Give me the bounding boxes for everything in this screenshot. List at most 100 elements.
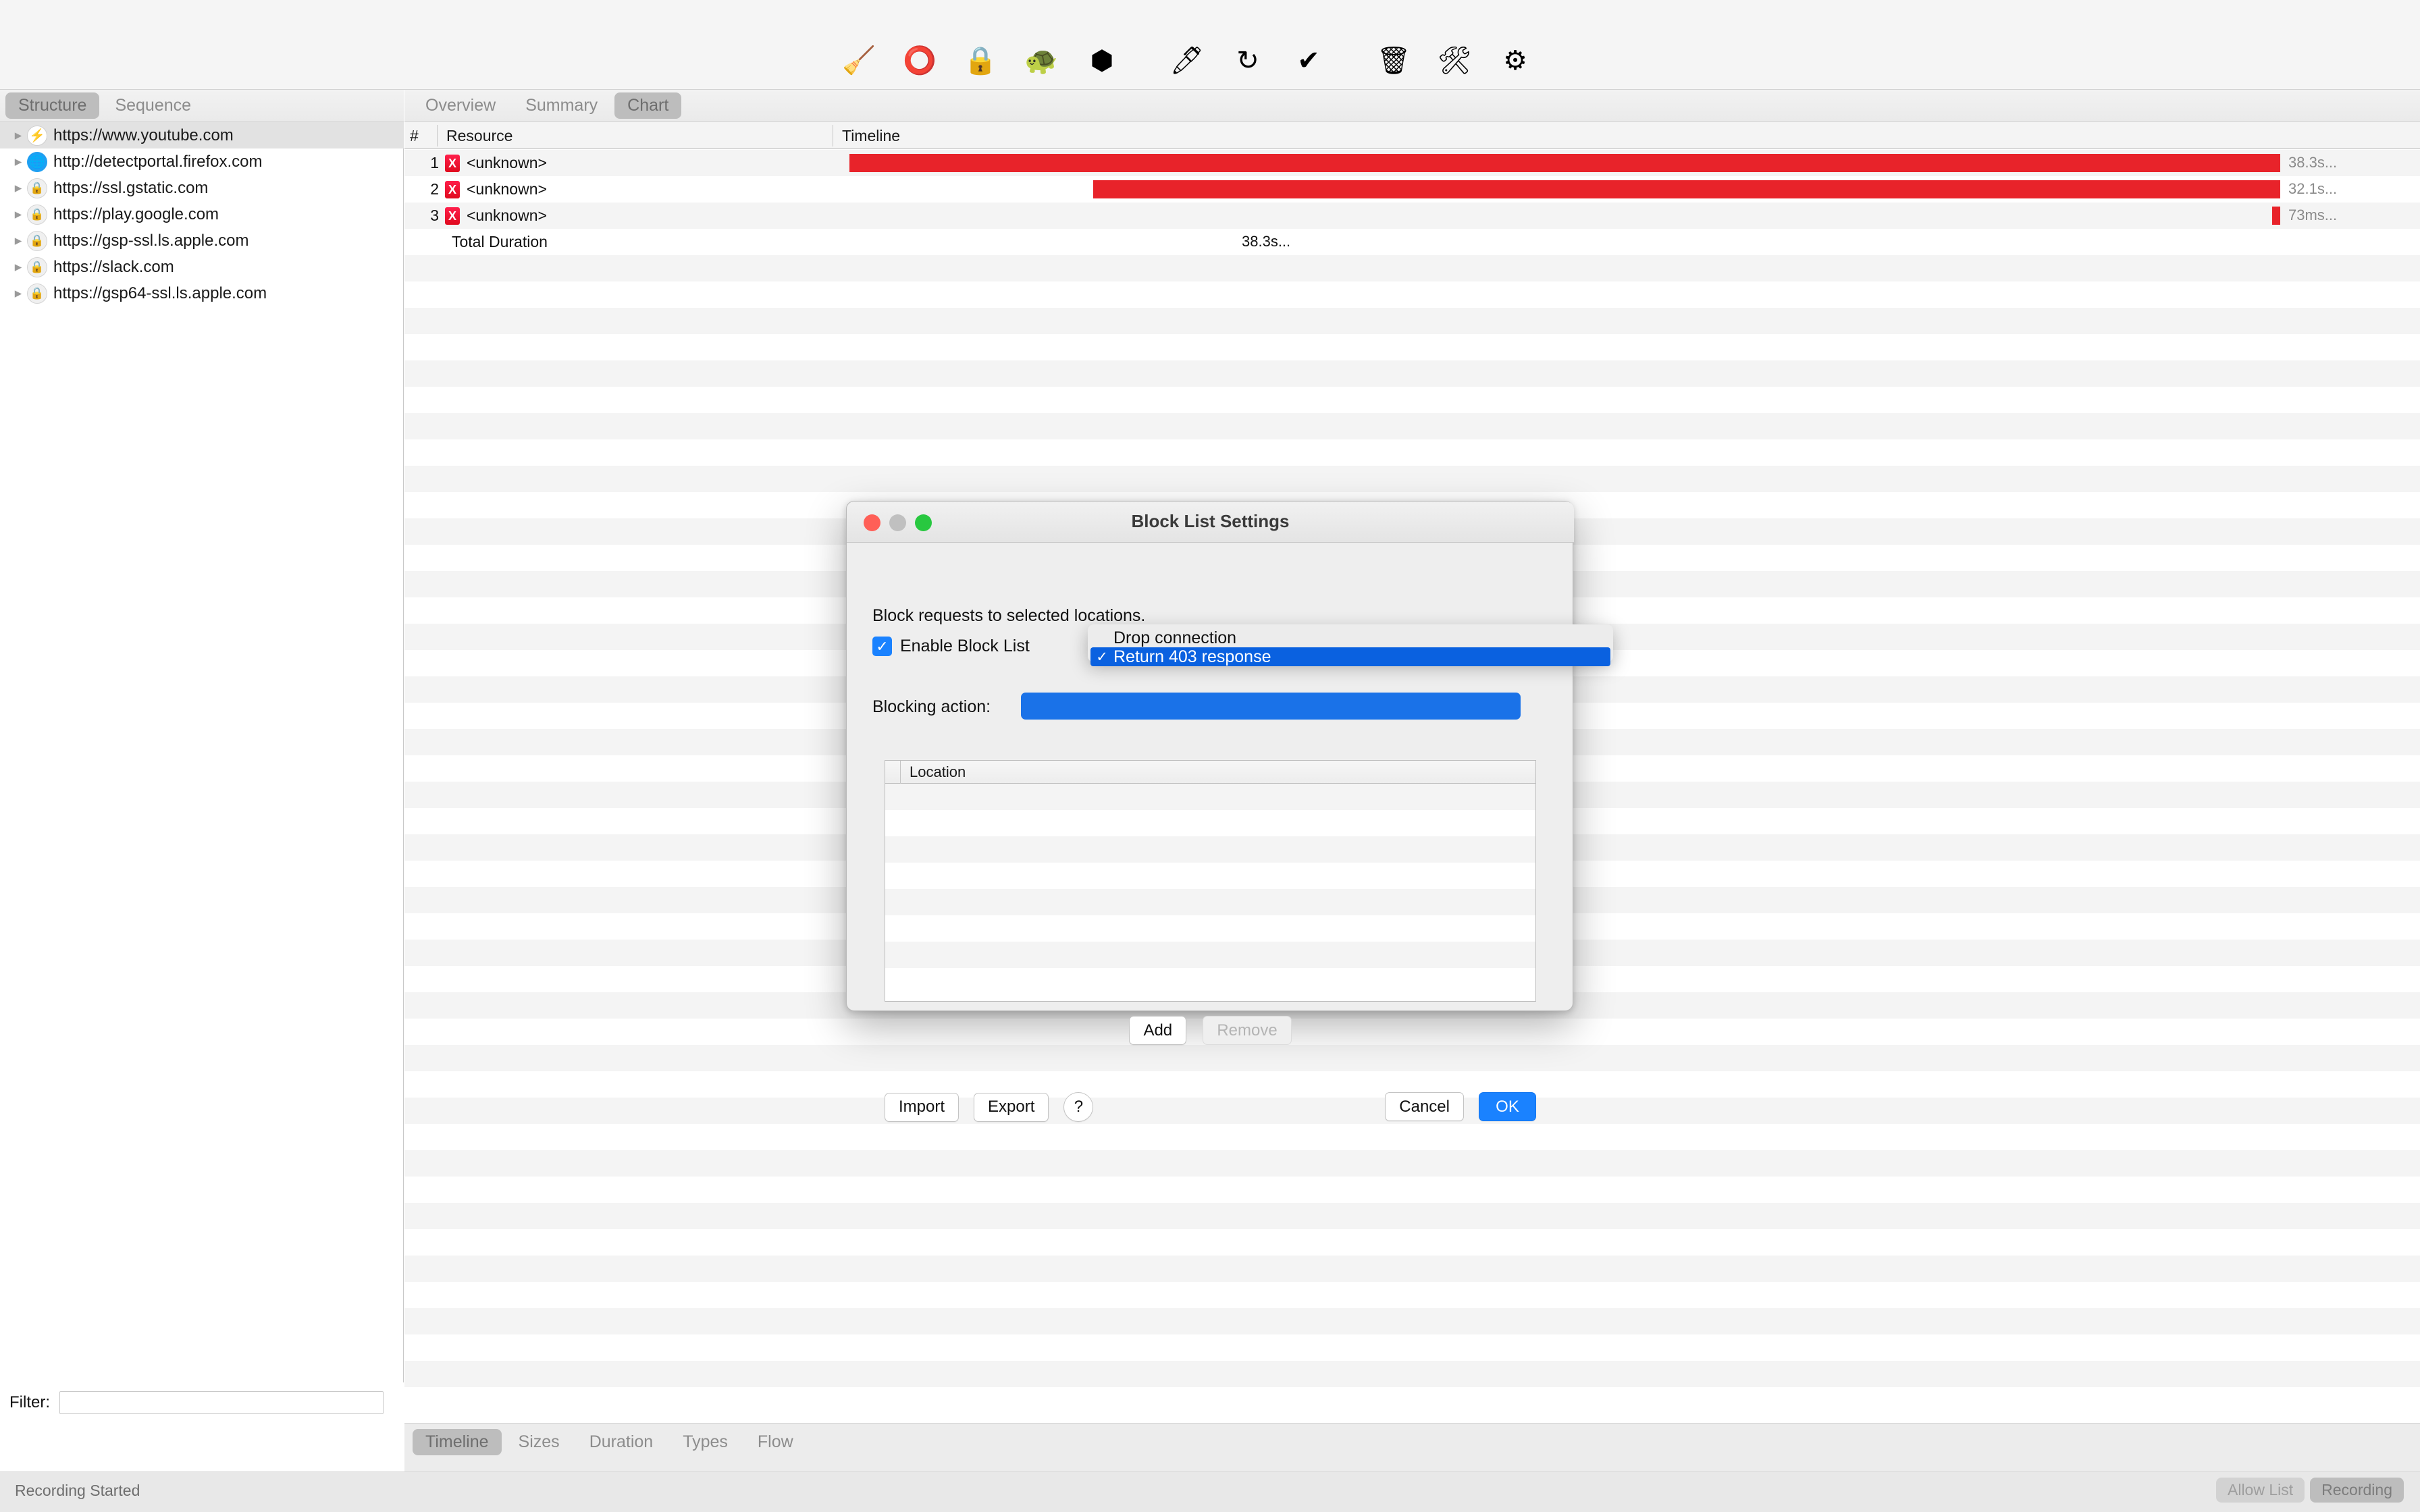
menu-item-return-403-response[interactable]: ✓ Return 403 response [1090, 647, 1610, 666]
import-button[interactable]: Import [885, 1092, 959, 1122]
enable-block-list-label: Enable Block List [900, 637, 1030, 655]
tree-item-detectportal[interactable]: ▸ 🌐 http://detectportal.firefox.com [0, 148, 404, 175]
chevron-right-icon[interactable]: ▸ [9, 127, 27, 144]
empty-row [404, 1334, 2420, 1361]
column-header-num[interactable]: # [410, 127, 419, 145]
validate-icon[interactable]: ✔ [1287, 39, 1330, 82]
row-resource: <unknown> [467, 154, 547, 171]
chevron-right-icon[interactable]: ▸ [9, 232, 27, 249]
timeline-duration-label: 38.3s... [2288, 154, 2338, 171]
column-header-resource[interactable]: Resource [446, 127, 512, 145]
column-header-location[interactable]: Location [910, 763, 966, 781]
tree-item-slack[interactable]: ▸ 🔒 https://slack.com [0, 254, 404, 280]
tree-item-label: https://ssl.gstatic.com [53, 178, 209, 197]
tree-item-youtube[interactable]: ▸ ⚡ https://www.youtube.com [0, 122, 404, 148]
table-row[interactable]: 1 X <unknown> 38.3s... [404, 150, 2420, 176]
charles-proxy-window: 🧹 ⭕ 🔒 🐢 ⬢ 🖊 ↻ ✔ 🗑 🛠 ⚙ Structure Sequence… [0, 0, 2420, 1512]
empty-row [404, 281, 2420, 308]
lock-icon: 🔒 [27, 178, 47, 198]
record-icon[interactable]: ⭕ [898, 39, 941, 82]
tree-item-label: https://gsp-ssl.ls.apple.com [53, 231, 249, 250]
menu-item-drop-connection[interactable]: Drop connection [1090, 628, 1610, 647]
column-header-timeline[interactable]: Timeline [842, 127, 900, 145]
empty-row [885, 889, 1535, 915]
timeline-bar [1093, 180, 2280, 198]
empty-row [885, 915, 1535, 942]
tree-item-label: http://detectportal.firefox.com [53, 152, 263, 171]
repeat-icon[interactable]: ↻ [1226, 39, 1269, 82]
empty-row [885, 784, 1535, 810]
recording-button[interactable]: Recording [2310, 1478, 2404, 1503]
compose-icon[interactable]: 🖊 [1165, 39, 1209, 82]
chevron-right-icon[interactable]: ▸ [9, 153, 27, 170]
status-bar-buttons: Allow List Recording [2211, 1478, 2404, 1503]
total-duration-value: 38.3s... [1242, 233, 1291, 250]
chevron-right-icon[interactable]: ▸ [9, 206, 27, 223]
enable-block-list-checkbox[interactable]: ✓ [872, 637, 892, 656]
dialog-titlebar[interactable]: Block List Settings [847, 502, 1574, 543]
table-row[interactable]: 2 X <unknown> 32.1s... [404, 176, 2420, 202]
empty-row [404, 1177, 2420, 1203]
timeline-bar [849, 154, 2280, 172]
tree-item-ssl-gstatic[interactable]: ▸ 🔒 https://ssl.gstatic.com [0, 175, 404, 201]
tab-sequence[interactable]: Sequence [102, 92, 204, 119]
timeline-bar [2272, 207, 2280, 225]
tools-icon[interactable]: 🛠 [1433, 39, 1476, 82]
row-resource: <unknown> [467, 180, 547, 198]
ssl-proxy-icon[interactable]: 🔒 [959, 39, 1002, 82]
empty-row [885, 942, 1535, 968]
empty-row [404, 439, 2420, 466]
empty-row [404, 308, 2420, 334]
allow-list-button[interactable]: Allow List [2216, 1478, 2305, 1503]
tab-structure[interactable]: Structure [5, 92, 100, 119]
help-button[interactable]: ? [1063, 1092, 1094, 1122]
add-button[interactable]: Add [1129, 1016, 1187, 1045]
chevron-right-icon[interactable]: ▸ [9, 180, 27, 196]
dialog-footer-left: Import Export ? [885, 1092, 1094, 1122]
tab-flow[interactable]: Flow [745, 1429, 806, 1455]
tab-duration[interactable]: Duration [577, 1429, 666, 1455]
tab-sizes[interactable]: Sizes [506, 1429, 573, 1455]
left-pane-tabs: Structure Sequence [0, 90, 404, 122]
empty-row [404, 255, 2420, 281]
timeline-duration-label: 73ms... [2288, 207, 2338, 223]
tab-types[interactable]: Types [670, 1429, 741, 1455]
table-row[interactable]: 3 X <unknown> 73ms... [404, 202, 2420, 229]
tree-item-gsp64-ssl-apple[interactable]: ▸ 🔒 https://gsp64-ssl.ls.apple.com [0, 280, 404, 306]
empty-row [404, 360, 2420, 387]
dialog-footer-right: Cancel OK [1370, 1092, 1536, 1121]
tab-chart[interactable]: Chart [614, 92, 682, 119]
throttle-icon[interactable]: 🐢 [1020, 39, 1063, 82]
timeline-duration-label: 32.1s... [2288, 180, 2338, 197]
filter-input[interactable] [59, 1391, 384, 1414]
main-toolbar: 🧹 ⭕ 🔒 🐢 ⬢ 🖊 ↻ ✔ 🗑 🛠 ⚙ [0, 0, 2420, 90]
menu-item-label: Drop connection [1113, 628, 1237, 647]
chart-column-header: # Resource Timeline [404, 122, 2420, 149]
trash-icon[interactable]: 🗑 [1372, 39, 1415, 82]
location-table[interactable]: Location [885, 760, 1536, 1002]
breakpoint-icon[interactable]: ⬢ [1080, 39, 1124, 82]
blocking-action-label: Blocking action: [872, 697, 991, 716]
empty-row [404, 1282, 2420, 1308]
tree-item-play-google[interactable]: ▸ 🔒 https://play.google.com [0, 201, 404, 227]
tab-timeline[interactable]: Timeline [413, 1429, 502, 1455]
row-number: 3 [430, 207, 439, 224]
tree-item-gsp-ssl-apple[interactable]: ▸ 🔒 https://gsp-ssl.ls.apple.com [0, 227, 404, 254]
chevron-right-icon[interactable]: ▸ [9, 259, 27, 275]
ok-button[interactable]: OK [1479, 1092, 1536, 1121]
cancel-button[interactable]: Cancel [1385, 1092, 1464, 1121]
error-badge-icon: X [445, 181, 460, 198]
tab-summary[interactable]: Summary [512, 92, 610, 119]
tree-item-label: https://slack.com [53, 257, 174, 276]
location-table-header: Location [885, 761, 1535, 784]
column-divider[interactable] [437, 125, 438, 146]
export-button[interactable]: Export [974, 1092, 1049, 1122]
clear-icon[interactable]: 🧹 [837, 39, 880, 82]
chevron-right-icon[interactable]: ▸ [9, 285, 27, 302]
status-bar: Recording Started Allow List Recording [0, 1472, 2420, 1512]
tab-overview[interactable]: Overview [413, 92, 508, 119]
blocking-action-select[interactable] [1021, 693, 1521, 720]
dialog-description: Block requests to selected locations. [872, 606, 1146, 625]
settings-icon[interactable]: ⚙ [1494, 39, 1537, 82]
enable-block-list-row[interactable]: ✓ Enable Block List [872, 637, 1030, 656]
